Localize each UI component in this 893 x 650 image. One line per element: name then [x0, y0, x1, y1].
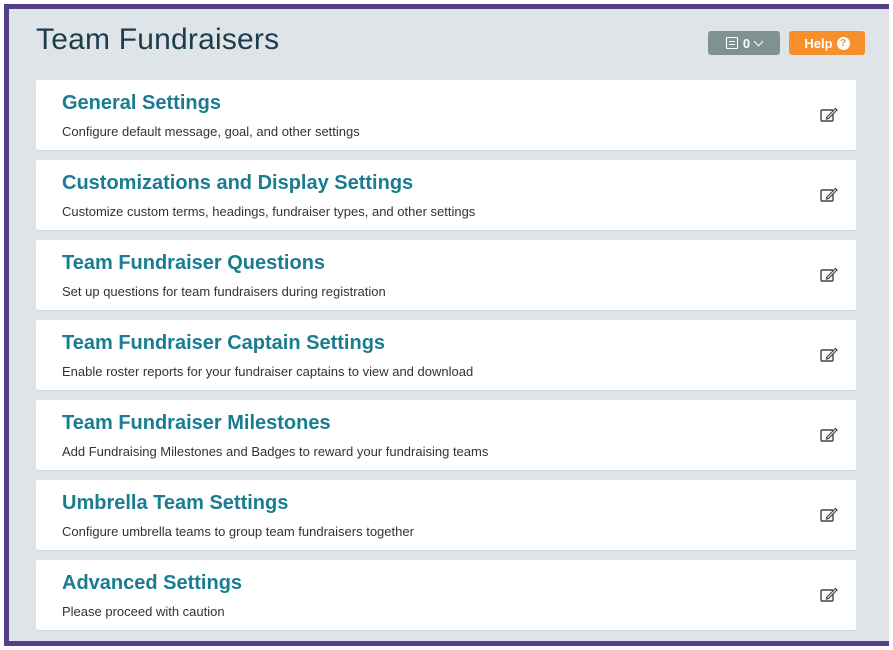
settings-card-title[interactable]: Customizations and Display Settings	[62, 172, 413, 195]
edit-icon[interactable]	[820, 507, 838, 523]
settings-card-general[interactable]: General Settings Configure default messa…	[36, 80, 856, 150]
settings-card-description: Add Fundraising Milestones and Badges to…	[62, 444, 489, 459]
settings-card-advanced[interactable]: Advanced Settings Please proceed with ca…	[36, 560, 856, 630]
settings-card-questions[interactable]: Team Fundraiser Questions Set up questio…	[36, 240, 856, 310]
page-header: Team Fundraisers 0 Help ?	[9, 9, 889, 71]
edit-icon[interactable]	[820, 187, 838, 203]
page-title: Team Fundraisers	[36, 23, 280, 56]
settings-card-customizations[interactable]: Customizations and Display Settings Cust…	[36, 160, 856, 230]
settings-card-description: Configure umbrella teams to group team f…	[62, 524, 414, 539]
edit-icon[interactable]	[820, 107, 838, 123]
settings-card-description: Please proceed with caution	[62, 604, 225, 619]
notes-count: 0	[742, 35, 751, 51]
settings-card-title[interactable]: Advanced Settings	[62, 572, 242, 595]
settings-card-description: Set up questions for team fundraisers du…	[62, 284, 386, 299]
settings-card-description: Customize custom terms, headings, fundra…	[62, 204, 476, 219]
settings-card-title[interactable]: Team Fundraiser Questions	[62, 252, 325, 275]
settings-list: General Settings Configure default messa…	[36, 80, 856, 640]
settings-card-title[interactable]: General Settings	[62, 92, 221, 115]
edit-icon[interactable]	[820, 267, 838, 283]
question-circle-icon: ?	[836, 36, 850, 50]
settings-card-captain[interactable]: Team Fundraiser Captain Settings Enable …	[36, 320, 856, 390]
settings-card-umbrella[interactable]: Umbrella Team Settings Configure umbrell…	[36, 480, 856, 550]
notes-dropdown-button[interactable]: 0	[708, 31, 780, 55]
help-button[interactable]: Help ?	[789, 31, 865, 55]
settings-card-description: Configure default message, goal, and oth…	[62, 124, 360, 139]
edit-icon[interactable]	[820, 427, 838, 443]
edit-icon[interactable]	[820, 587, 838, 603]
edit-icon[interactable]	[820, 347, 838, 363]
settings-card-title[interactable]: Team Fundraiser Captain Settings	[62, 332, 385, 355]
chevron-down-icon	[753, 36, 764, 46]
help-label: Help	[804, 35, 833, 51]
app-frame: Team Fundraisers 0 Help ? General Settin…	[4, 4, 889, 646]
settings-card-title[interactable]: Umbrella Team Settings	[62, 492, 288, 515]
settings-card-title[interactable]: Team Fundraiser Milestones	[62, 412, 331, 435]
settings-card-milestones[interactable]: Team Fundraiser Milestones Add Fundraisi…	[36, 400, 856, 470]
settings-card-description: Enable roster reports for your fundraise…	[62, 364, 474, 379]
notes-icon	[725, 37, 738, 49]
